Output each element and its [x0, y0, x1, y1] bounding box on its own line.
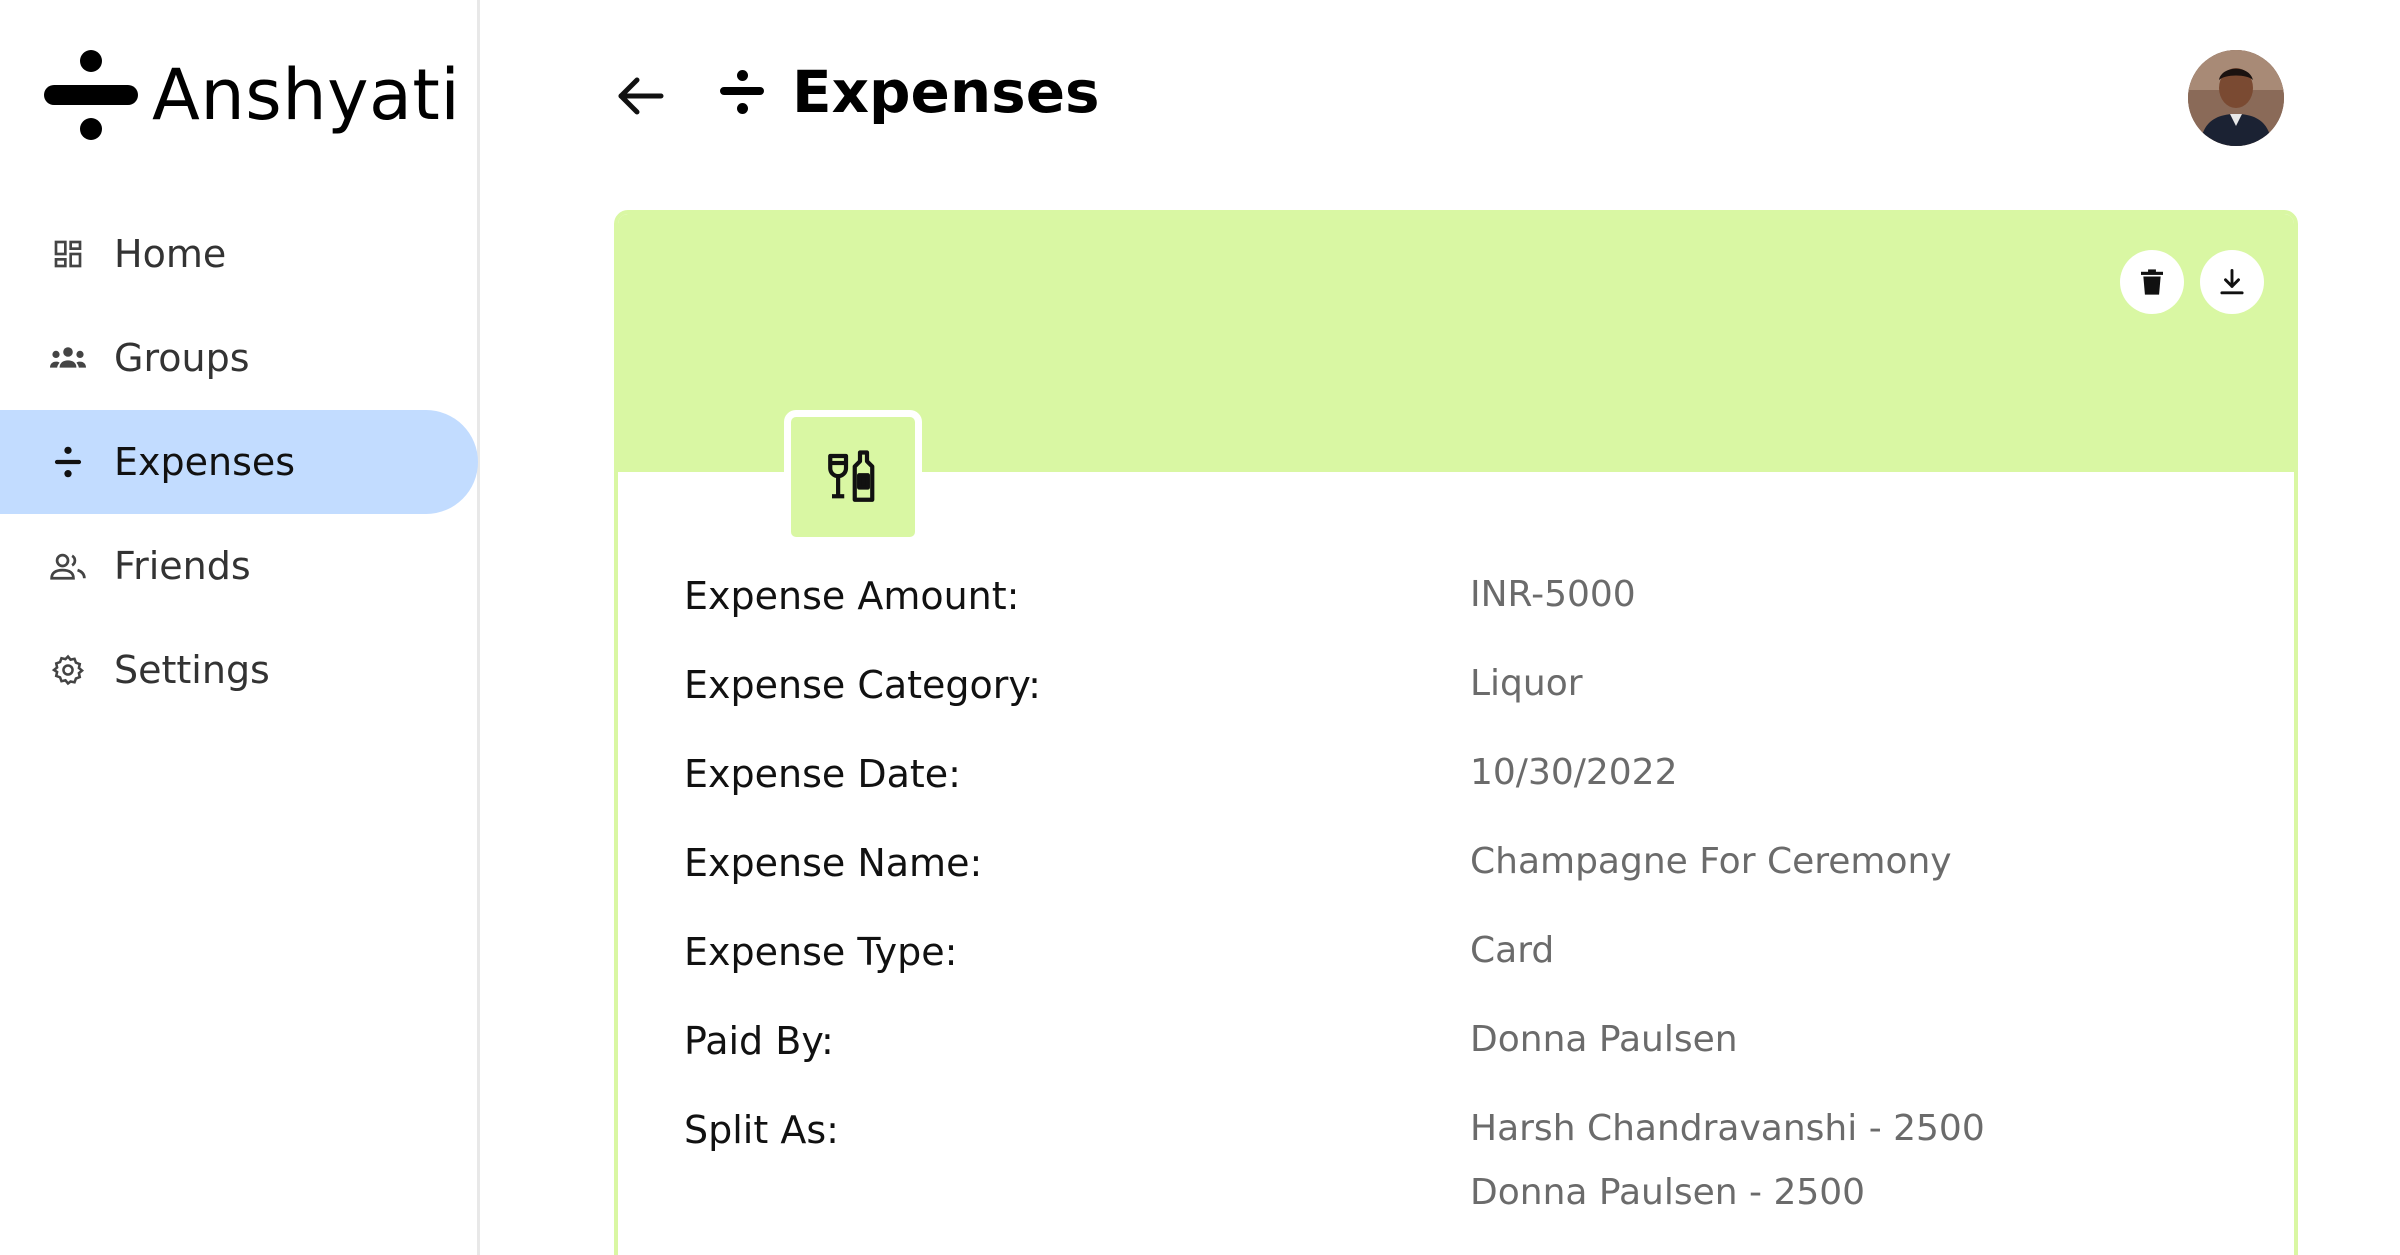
detail-label: Expense Type: — [684, 930, 958, 974]
sidebar-item-groups[interactable]: Groups — [0, 306, 480, 410]
detail-label: Expense Date: — [684, 752, 961, 796]
expense-details: Expense Amount: INR-5000 Expense Categor… — [684, 574, 2244, 1248]
divide-logo-icon — [44, 48, 138, 142]
sidebar-item-friends[interactable]: Friends — [0, 514, 480, 618]
back-button[interactable] — [610, 66, 670, 126]
liquor-bottles-icon — [828, 450, 875, 502]
sidebar-item-label: Home — [114, 232, 227, 276]
detail-value: Liquor — [1470, 663, 1583, 704]
page-title-wrap: Expenses — [720, 58, 1100, 126]
sidebar-item-expenses[interactable]: Expenses — [0, 410, 478, 514]
card-actions — [2120, 250, 2264, 314]
detail-label: Paid By: — [684, 1019, 834, 1063]
app-name: Anshyati — [152, 54, 461, 136]
download-button[interactable] — [2200, 250, 2264, 314]
groups-icon — [50, 340, 86, 376]
page-title: Expenses — [792, 58, 1100, 126]
sidebar-nav: Home Groups Expenses Friends Settings — [0, 202, 480, 722]
split-value: Harsh Chandravanshi - 2500 — [1470, 1108, 1985, 1149]
divide-icon — [720, 67, 764, 117]
detail-row-amount: Expense Amount: INR-5000 — [684, 574, 2244, 663]
avatar[interactable] — [2188, 50, 2284, 146]
sidebar-item-label: Groups — [114, 336, 250, 380]
detail-value: 10/30/2022 — [1470, 752, 1678, 793]
detail-row-date: Expense Date: 10/30/2022 — [684, 752, 2244, 841]
gear-icon — [50, 652, 86, 688]
detail-row-type: Expense Type: Card — [684, 930, 2244, 1019]
detail-label: Expense Category: — [684, 663, 1041, 707]
expense-card: Expense Amount: INR-5000 Expense Categor… — [614, 210, 2298, 1255]
detail-value: Champagne For Ceremony — [1470, 841, 1952, 882]
detail-label: Expense Amount: — [684, 574, 1020, 618]
arrow-left-icon — [618, 77, 664, 115]
sidebar-item-label: Friends — [114, 544, 251, 588]
detail-label: Split As: — [684, 1108, 839, 1152]
dashboard-icon — [50, 236, 86, 272]
detail-row-category: Expense Category: Liquor — [684, 663, 2244, 752]
detail-label: Expense Name: — [684, 841, 983, 885]
sidebar-item-label: Settings — [114, 648, 270, 692]
detail-row-name: Expense Name: Champagne For Ceremony — [684, 841, 2244, 930]
sidebar-item-label: Expenses — [114, 440, 296, 484]
detail-value: INR-5000 — [1470, 574, 1636, 615]
detail-row-split: Split As: Harsh Chandravanshi - 2500 Don… — [684, 1108, 2244, 1248]
page-header: Expenses — [480, 0, 2400, 190]
detail-row-paid-by: Paid By: Donna Paulsen — [684, 1019, 2244, 1108]
detail-value: Card — [1470, 930, 1555, 971]
delete-button[interactable] — [2120, 250, 2184, 314]
friends-icon — [50, 548, 86, 584]
split-value: Donna Paulsen - 2500 — [1470, 1172, 1866, 1213]
divide-icon — [50, 444, 86, 480]
download-icon — [2220, 269, 2244, 295]
detail-value: Donna Paulsen — [1470, 1019, 1738, 1060]
trash-icon — [2141, 269, 2163, 295]
sidebar-item-settings[interactable]: Settings — [0, 618, 480, 722]
sidebar: Anshyati Home Groups Expenses Friends Se… — [0, 0, 480, 1255]
sidebar-item-home[interactable]: Home — [0, 202, 480, 306]
category-badge — [784, 410, 922, 544]
brand-logo[interactable]: Anshyati — [44, 48, 460, 142]
